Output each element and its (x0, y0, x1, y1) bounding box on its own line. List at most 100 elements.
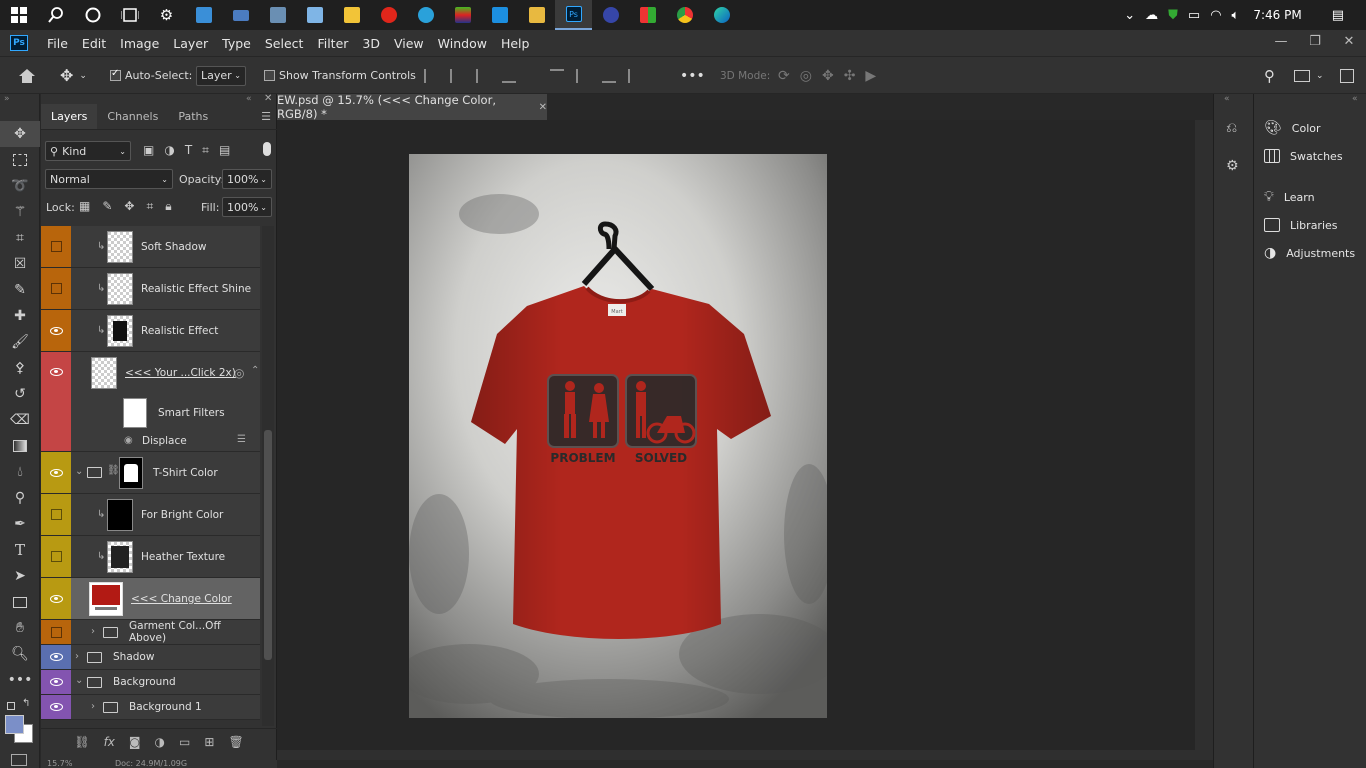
filter-displace[interactable]: Displace (142, 431, 187, 451)
search-icon[interactable]: ⚲ (1264, 57, 1275, 94)
chevron-down-icon[interactable]: ⌄ (75, 675, 83, 686)
layer-name[interactable]: Realistic Effect (141, 310, 218, 351)
path-selection-icon[interactable]: ➤ (0, 563, 40, 589)
task-view-icon[interactable] (111, 0, 148, 30)
edge-icon[interactable] (703, 0, 740, 30)
chevron-right-icon[interactable]: › (75, 651, 79, 662)
windows-start-icon[interactable] (0, 0, 37, 30)
layer-name[interactable]: Shadow (113, 645, 154, 669)
zoom-tool-icon[interactable]: 🔍︎ (0, 641, 40, 667)
layer-color-band[interactable] (41, 578, 71, 619)
layer-name[interactable]: Background (113, 670, 176, 694)
layer-color-band[interactable] (41, 536, 71, 577)
layer-group-row[interactable]: › Garment Col...Off Above) (41, 620, 260, 645)
menu-type[interactable]: Type (215, 36, 258, 51)
panel-menu-icon[interactable]: ☰ (261, 104, 271, 129)
swap-colors-icon[interactable]: ↰ (22, 698, 30, 709)
collapse-effects-icon[interactable]: ⌃ (251, 365, 259, 376)
eye-icon[interactable] (49, 468, 63, 477)
auto-select-checkbox[interactable]: Auto-Select: (110, 57, 192, 94)
layer-name[interactable]: Realistic Effect Shine (141, 268, 251, 309)
wifi-icon[interactable]: ◠ (1210, 8, 1221, 23)
blend-mode-dropdown[interactable]: Normal ⌄ (45, 169, 173, 189)
menu-help[interactable]: Help (494, 36, 537, 51)
healing-brush-icon[interactable]: ✚ (0, 303, 40, 329)
eye-icon[interactable] (49, 703, 63, 711)
close-panel-icon[interactable]: ✕ (264, 93, 272, 104)
control-panel-icon[interactable] (185, 0, 222, 30)
layer-name[interactable]: Background 1 (129, 695, 202, 719)
layer-group-row[interactable]: › Background 1 (41, 695, 260, 720)
default-colors-icon[interactable] (7, 702, 15, 710)
layer-color-band[interactable] (41, 310, 71, 351)
layer-name[interactable]: Heather Texture (141, 536, 225, 577)
horizontal-scrollbar[interactable] (277, 750, 1195, 760)
move-tool-icon[interactable]: ✥ (0, 121, 40, 147)
blur-tool-icon[interactable]: 💧︎ (0, 459, 40, 485)
filter-toggle-icon[interactable] (263, 142, 271, 156)
layer-row[interactable]: ↳ Soft Shadow (41, 226, 260, 268)
layer-name[interactable]: <<< Your ...Click 2x) (125, 352, 236, 394)
3d-scale-icon[interactable]: ▶ (865, 68, 876, 84)
home-icon[interactable] (18, 57, 36, 94)
filter-smart-object-icon[interactable]: ▤ (219, 143, 230, 158)
canvas-area[interactable]: Mart PROBLEM SOLVED (277, 120, 1213, 760)
align-left-icon[interactable] (424, 68, 438, 83)
3d-pan-icon[interactable]: ✥ (822, 68, 834, 84)
crop-tool-icon[interactable]: ⌗ (0, 225, 40, 251)
align-right-icon[interactable] (476, 68, 490, 83)
layer-name[interactable]: For Bright Color (141, 494, 223, 535)
color-panel-button[interactable]: 🎨︎ Color (1264, 118, 1321, 138)
type-tool-icon[interactable]: T (0, 537, 40, 563)
chevron-down-icon[interactable]: ⌄ (75, 466, 83, 477)
opera-icon[interactable] (370, 0, 407, 30)
visibility-toggle[interactable] (50, 551, 62, 562)
menu-3d[interactable]: 3D (355, 36, 387, 51)
libraries-panel-button[interactable]: Libraries (1264, 215, 1338, 235)
auto-select-dropdown[interactable]: Layer ⌄ (196, 65, 246, 86)
chevron-right-icon[interactable]: › (91, 701, 95, 712)
dodge-tool-icon[interactable]: ⚲ (0, 485, 40, 511)
filter-kind-dropdown[interactable]: ⚲ Kind ⌄ (45, 141, 131, 161)
layer-group-row[interactable]: ⌄ ⛓ T-Shirt Color (41, 452, 260, 494)
move-tool-icon[interactable]: ✥ ⌄ (60, 57, 87, 94)
menu-image[interactable]: Image (113, 36, 166, 51)
workspace-icon[interactable]: ⌄ (1294, 57, 1324, 94)
history-panel-icon[interactable]: ⎌ (1226, 120, 1237, 136)
align-bottom-icon[interactable] (602, 69, 616, 83)
chevron-right-icon[interactable]: › (91, 626, 95, 637)
marquee-tool-icon[interactable] (0, 147, 40, 173)
visibility-toggle[interactable] (50, 626, 62, 638)
lock-all-icon[interactable]: 🔒︎ (165, 199, 171, 214)
adjustment-layer-icon[interactable]: ◑ (155, 735, 165, 749)
cortana-icon[interactable] (74, 0, 111, 30)
collapse-right-panel-icon[interactable]: « (1352, 94, 1358, 104)
collapse-strip-icon[interactable]: « (1224, 94, 1230, 104)
fill-input[interactable]: 100% ⌄ (222, 197, 272, 217)
layer-color-band[interactable] (41, 695, 71, 719)
settings-gear-icon[interactable]: ⚙ (148, 0, 185, 30)
search-icon[interactable] (37, 0, 74, 30)
3d-rotate-icon[interactable]: ⟳ (778, 68, 790, 84)
mockup-artwork[interactable]: Mart PROBLEM SOLVED (409, 154, 827, 718)
notepad-icon[interactable] (296, 0, 333, 30)
foreground-color-swatch[interactable] (5, 715, 24, 734)
lock-image-icon[interactable]: ✎ (102, 199, 112, 214)
align-middle-icon[interactable] (576, 68, 590, 83)
photos-icon[interactable] (259, 0, 296, 30)
visibility-toggle[interactable] (50, 283, 62, 294)
layer-color-band[interactable] (41, 645, 71, 669)
telegram-icon[interactable] (407, 0, 444, 30)
fx-icon[interactable]: fx (104, 735, 115, 749)
chrome-icon[interactable] (666, 0, 703, 30)
lock-position-icon[interactable]: ✥ (124, 199, 134, 214)
lock-artboard-icon[interactable]: ⌗ (146, 199, 153, 214)
clock-time[interactable]: 7:46 PM (1253, 8, 1301, 22)
file-explorer-icon[interactable] (333, 0, 370, 30)
learn-panel-button[interactable]: 💡︎ Learn (1264, 187, 1315, 207)
layer-color-band[interactable] (41, 352, 71, 451)
layer-row-selected[interactable]: <<< Change Color (41, 578, 260, 620)
layer-row-smart-object[interactable]: <<< Your ...Click 2x) ◎ ⌃ Smart Filters … (41, 352, 260, 452)
transfer-app-icon[interactable] (481, 0, 518, 30)
clone-stamp-icon[interactable]: ⚴ (0, 355, 40, 381)
